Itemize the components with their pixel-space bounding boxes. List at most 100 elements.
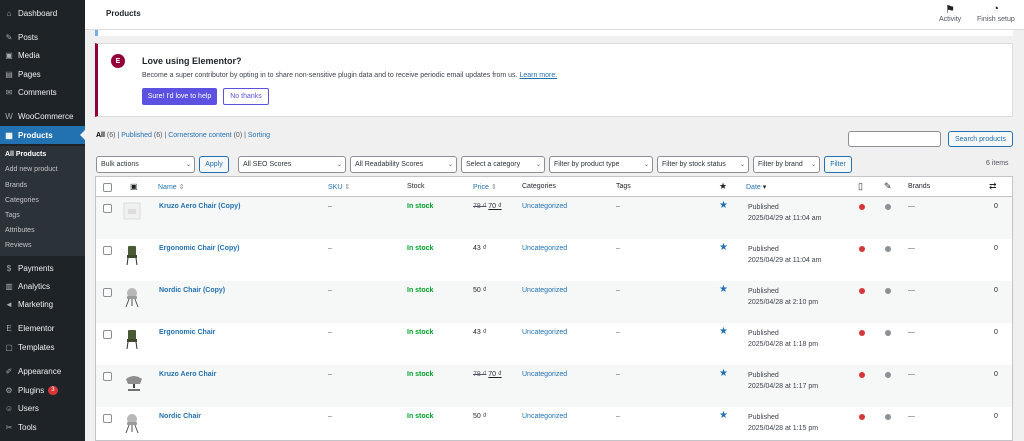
stock-status-select[interactable]: Filter by stock status ⌄ xyxy=(657,156,749,173)
category-link[interactable]: Uncategorized xyxy=(522,287,567,294)
submenu-item-brands[interactable]: Brands xyxy=(5,182,27,189)
row-checkbox[interactable] xyxy=(103,204,112,213)
sidebar-item-payments[interactable]: $ Payments xyxy=(0,259,85,277)
view-sorting[interactable]: Sorting xyxy=(248,132,270,139)
sidebar-item-plugins[interactable]: ⚙ Plugins 3 xyxy=(0,381,85,399)
category-link[interactable]: Uncategorized xyxy=(522,245,567,252)
product-thumbnail[interactable] xyxy=(123,328,141,350)
filter-button[interactable]: Filter xyxy=(824,156,852,173)
price-column-header[interactable]: Price ⇕ xyxy=(473,183,497,191)
product-thumbnail[interactable] xyxy=(123,286,141,308)
featured-star-icon[interactable]: ★ xyxy=(719,181,727,192)
product-thumbnail[interactable] xyxy=(123,412,141,434)
submenu-item-categories[interactable]: Categories xyxy=(5,197,39,204)
submenu-item-attributes[interactable]: Attributes xyxy=(5,227,35,234)
name-column-header[interactable]: Name ⇕ xyxy=(158,183,185,191)
category-link-text[interactable]: Uncategorized xyxy=(522,203,567,210)
date-cell: Published 2025/04/29 at 11:04 am xyxy=(748,202,821,224)
view-published[interactable]: Published xyxy=(121,132,152,139)
sidebar-item-comments[interactable]: ✉ Comments xyxy=(0,83,85,101)
sidebar-item-marketing[interactable]: ◄ Marketing xyxy=(0,295,85,313)
sidebar-item-users[interactable]: ☺ Users xyxy=(0,399,85,417)
featured-star-icon[interactable]: ★ xyxy=(719,284,728,295)
sidebar-item-products[interactable]: ▦ Products xyxy=(0,126,85,144)
category-link[interactable]: Uncategorized xyxy=(522,413,567,420)
select-all-checkbox[interactable] xyxy=(103,183,112,192)
product-thumbnail[interactable] xyxy=(123,202,141,224)
name-sort-link[interactable]: Name xyxy=(158,184,177,191)
row-checkbox[interactable] xyxy=(103,414,112,423)
seo-score-select[interactable]: All SEO Scores ⌄ xyxy=(238,156,346,173)
activity-button[interactable]: ⚑ Activity xyxy=(939,3,961,23)
featured-star-icon[interactable]: ★ xyxy=(719,200,728,211)
readability-select[interactable]: All Readability Scores ⌄ xyxy=(350,156,457,173)
brand-select[interactable]: Filter by brand ⌄ xyxy=(753,156,820,173)
product-name-link[interactable]: Ergonomic Chair (Copy) xyxy=(159,245,240,252)
finish-setup-button[interactable]: ◔ Finish setup xyxy=(977,3,1015,23)
sku-column-header[interactable]: SKU ⇕ xyxy=(328,183,350,191)
sidebar-item-dashboard[interactable]: ⌂ Dashboard xyxy=(0,4,85,22)
links-count-icon[interactable]: ⇄ xyxy=(989,181,997,192)
sidebar-item-appearance[interactable]: ✐ Appearance xyxy=(0,362,85,380)
sidebar-item-woocommerce[interactable]: W WooCommerce xyxy=(0,107,85,125)
table-row: Nordic Chair – In stock 50 ₫ Uncategorized – ★… xyxy=(96,407,1012,440)
sidebar-item-templates[interactable]: ▢ Templates xyxy=(0,338,85,356)
category-link-text[interactable]: Uncategorized xyxy=(522,245,567,252)
sidebar-item-tools[interactable]: ✂ Tools xyxy=(0,418,85,436)
sidebar-item-label: Tools xyxy=(18,422,37,432)
search-input[interactable] xyxy=(848,131,941,147)
date-column-header[interactable]: Date ▾ xyxy=(746,183,766,191)
product-name-link[interactable]: Kruzo Aero Chair xyxy=(159,371,216,378)
product-name-link[interactable]: Ergonomic Chair xyxy=(159,329,215,336)
sidebar-item-analytics[interactable]: ▥ Analytics xyxy=(0,277,85,295)
submenu-item-all-products[interactable]: All Products xyxy=(5,151,46,158)
category-select[interactable]: Select a category ⌄ xyxy=(461,156,545,173)
product-name-link[interactable]: Nordic Chair (Copy) xyxy=(159,287,225,294)
product-name-link[interactable]: Nordic Chair xyxy=(159,413,201,420)
no-thanks-button[interactable]: No thanks xyxy=(223,88,269,105)
submenu-item-reviews[interactable]: Reviews xyxy=(5,242,31,249)
row-checkbox[interactable] xyxy=(103,330,112,339)
sidebar-item-media[interactable]: ▣ Media xyxy=(0,46,85,64)
chevron-down-icon: ⌄ xyxy=(810,162,816,168)
category-link-text[interactable]: Uncategorized xyxy=(522,287,567,294)
apply-button[interactable]: Apply xyxy=(199,156,229,173)
row-checkbox[interactable] xyxy=(103,372,112,381)
sku-sort-link[interactable]: SKU xyxy=(328,184,342,191)
category-link[interactable]: Uncategorized xyxy=(522,329,567,336)
featured-star-icon[interactable]: ★ xyxy=(719,326,728,337)
submenu-item-tags[interactable]: Tags xyxy=(5,212,20,219)
category-link-text[interactable]: Uncategorized xyxy=(522,329,567,336)
row-checkbox[interactable] xyxy=(103,288,112,297)
readability-icon[interactable]: ✎ xyxy=(884,181,892,192)
sidebar-item-elementor[interactable]: E Elementor xyxy=(0,319,85,337)
seo-score-icon[interactable]: ▯ xyxy=(858,181,863,192)
featured-star-icon[interactable]: ★ xyxy=(719,242,728,253)
category-link-text[interactable]: Uncategorized xyxy=(522,371,567,378)
row-checkbox[interactable] xyxy=(103,246,112,255)
comments-icon: ✉ xyxy=(5,87,13,97)
product-type-select[interactable]: Filter by product type ⌄ xyxy=(549,156,653,173)
date-sort-link[interactable]: Date xyxy=(746,184,761,191)
elementor-icon: E xyxy=(6,323,12,333)
product-name-link[interactable]: Kruzo Aero Chair (Copy) xyxy=(159,203,240,210)
learn-more-link[interactable]: Learn more. xyxy=(519,72,557,79)
featured-star-icon[interactable]: ★ xyxy=(719,410,728,421)
submenu-item-add-new-product[interactable]: Add new product xyxy=(5,166,58,173)
price-sort-link[interactable]: Price xyxy=(473,184,489,191)
category-link[interactable]: Uncategorized xyxy=(522,203,567,210)
view-cornerstone[interactable]: Cornerstone content xyxy=(168,132,231,139)
product-thumbnail[interactable] xyxy=(123,244,141,266)
featured-star-icon[interactable]: ★ xyxy=(719,368,728,379)
bulk-actions-select[interactable]: Bulk actions ⌄ xyxy=(96,156,195,173)
opt-in-button[interactable]: Sure! I'd love to help xyxy=(142,88,217,105)
sidebar-item-posts[interactable]: ✎ Posts xyxy=(0,28,85,46)
view-all[interactable]: All xyxy=(96,132,105,139)
product-thumbnail[interactable] xyxy=(123,370,142,392)
category-link-text[interactable]: Uncategorized xyxy=(522,413,567,420)
category-link[interactable]: Uncategorized xyxy=(522,371,567,378)
sale-price: 70 ₫ xyxy=(488,371,502,378)
sidebar-item-pages[interactable]: ▤ Pages xyxy=(0,65,85,83)
search-products-button[interactable]: Search products xyxy=(948,131,1013,147)
templates-icon: ▢ xyxy=(5,342,13,352)
